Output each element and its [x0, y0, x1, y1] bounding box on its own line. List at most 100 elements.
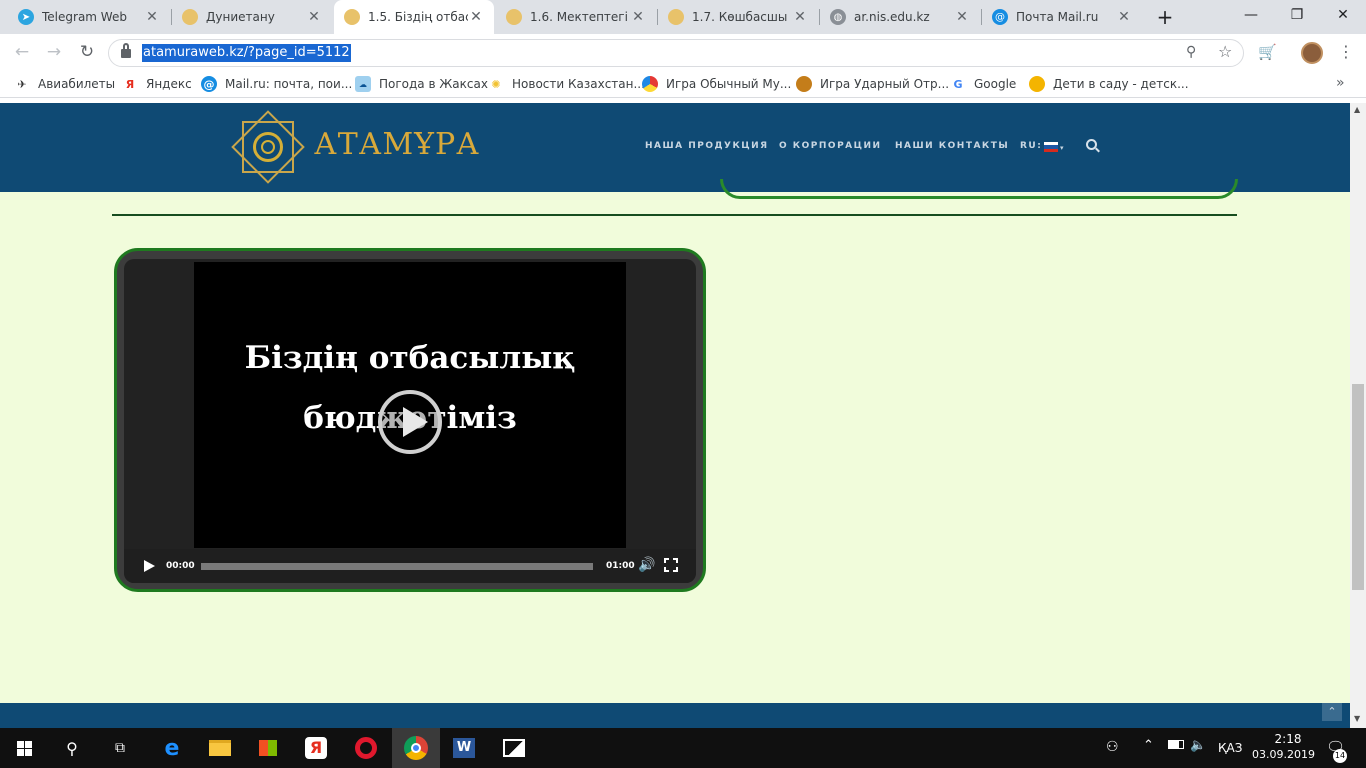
notification-count-badge: 14 — [1333, 749, 1347, 763]
dropdown-caret-icon[interactable]: ▾ — [1060, 144, 1064, 152]
nav-products[interactable]: НАША ПРОДУКЦИЯ — [645, 141, 769, 151]
bookmark-item[interactable]: ☁ Погода в Жаксах — [355, 75, 488, 93]
cart-extension-icon[interactable]: 🛒 — [1258, 43, 1278, 61]
word-icon[interactable]: W — [440, 728, 488, 768]
game-icon — [642, 76, 658, 92]
video-screen[interactable]: Біздің отбасылық бюджетіміз — [194, 262, 626, 548]
tab-title: ar.nis.edu.kz — [854, 10, 930, 24]
tab-title: 1.7. Көшбасшы қа — [692, 10, 792, 24]
close-tab-icon[interactable]: ✕ — [792, 9, 808, 25]
volume-icon[interactable]: 🔊 — [638, 557, 656, 573]
bookmark-item[interactable]: Игра Обычный Му... — [642, 75, 791, 93]
scroll-down-arrow-icon[interactable]: ▼ — [1354, 714, 1360, 723]
close-window-icon[interactable]: ✕ — [1320, 0, 1366, 30]
clock-date[interactable]: 03.09.2019 — [1252, 748, 1315, 761]
russia-flag-icon[interactable] — [1044, 142, 1058, 152]
bookmark-label: Дети в саду - детск... — [1053, 77, 1189, 91]
atamura-favicon — [668, 9, 684, 25]
sun-icon: ✺ — [491, 77, 501, 91]
nav-about[interactable]: О КОРПОРАЦИИ — [779, 141, 882, 151]
tab-mailru[interactable]: @ Почта Mail.ru ✕ — [982, 0, 1142, 34]
reload-icon[interactable]: ↻ — [74, 39, 100, 65]
forward-arrow-icon[interactable]: → — [41, 39, 67, 65]
fullscreen-icon[interactable] — [664, 558, 678, 572]
tab-active[interactable]: 1.5. Біздің отбасы ✕ — [334, 0, 494, 34]
profile-avatar[interactable] — [1301, 42, 1323, 64]
big-play-button[interactable] — [378, 390, 442, 454]
speaker-icon[interactable]: 🔈 — [1190, 738, 1206, 753]
clock-time[interactable]: 2:18 — [1268, 732, 1308, 746]
close-tab-icon[interactable]: ✕ — [144, 9, 160, 25]
bookmark-item[interactable]: G Google — [950, 75, 1016, 93]
search-icon-handle — [1095, 147, 1100, 153]
brand-name[interactable]: АТАМҰРА — [314, 127, 480, 162]
tab-title: 1.5. Біздің отбасы — [368, 10, 468, 24]
play-icon[interactable] — [144, 560, 155, 572]
bookmark-item[interactable]: Я Яндекс — [122, 75, 192, 93]
task-view-icon[interactable]: ⧉ — [96, 728, 144, 768]
tab-ar-nis[interactable]: ◍ ar.nis.edu.kz ✕ — [820, 0, 980, 34]
scroll-up-arrow-icon[interactable]: ▲ — [1354, 105, 1360, 114]
bookmark-label: Игра Обычный Му... — [666, 77, 792, 91]
search-icon[interactable]: ⚲ — [48, 728, 96, 768]
people-icon[interactable]: ⚇ — [1106, 739, 1119, 755]
duration-time: 01:00 — [606, 561, 635, 571]
mailru-icon: @ — [992, 9, 1008, 25]
restore-icon[interactable]: ❐ — [1274, 0, 1320, 30]
close-tab-icon[interactable]: ✕ — [1116, 9, 1132, 25]
globe-icon: ◍ — [830, 9, 846, 25]
photos-icon[interactable] — [490, 728, 538, 768]
nav-contacts[interactable]: НАШИ КОНТАКТЫ — [895, 141, 1009, 151]
url-text[interactable]: atamuraweb.kz/?page_id=5112 — [142, 44, 351, 62]
bookmark-item[interactable]: Игра Ударный Отр... — [796, 75, 949, 93]
close-tab-icon[interactable]: ✕ — [306, 9, 322, 25]
minimize-icon[interactable]: — — [1228, 0, 1274, 30]
bookmark-item[interactable]: Дети в саду - детск... — [1029, 75, 1189, 93]
language-switcher[interactable]: RU: — [1020, 141, 1042, 151]
tab-1-7[interactable]: 1.7. Көшбасшы қа ✕ — [658, 0, 818, 34]
zoom-icon[interactable]: ⚲ — [1186, 44, 1202, 60]
tab-title: Почта Mail.ru — [1016, 10, 1099, 24]
scrollbar-thumb[interactable] — [1352, 384, 1364, 590]
lock-icon[interactable] — [121, 49, 131, 58]
close-tab-icon[interactable]: ✕ — [954, 9, 970, 25]
chrome-icon[interactable] — [392, 728, 440, 768]
atamura-favicon — [182, 9, 198, 25]
section-divider — [112, 214, 1237, 216]
lock-shackle — [123, 43, 129, 50]
bookmark-item[interactable]: ✺ Новости Казахстан... — [488, 75, 645, 93]
bookmark-item[interactable]: ✈ Авиабилеты — [14, 75, 115, 93]
yandex-browser-icon[interactable]: Я — [292, 728, 340, 768]
menu-dots-icon[interactable]: ⋮ — [1338, 40, 1354, 64]
video-player[interactable]: Біздің отбасылық бюджетіміз 00:00 01:00 … — [124, 259, 696, 583]
atamura-favicon — [344, 9, 360, 25]
new-tab-plus-icon[interactable]: + — [1154, 6, 1176, 28]
tab-1-6[interactable]: 1.6. Мектептегі ез ✕ — [496, 0, 656, 34]
store-icon[interactable] — [244, 728, 292, 768]
edge-icon[interactable]: e — [148, 728, 196, 768]
file-explorer-icon[interactable] — [196, 728, 244, 768]
more-bookmarks-chevron-icon[interactable]: » — [1336, 75, 1345, 91]
video-title-line-1: Біздің отбасылық — [244, 340, 576, 376]
battery-icon[interactable] — [1168, 740, 1184, 749]
opera-icon[interactable] — [342, 728, 390, 768]
tab-duniyetanu[interactable]: Дуниетану ✕ — [172, 0, 332, 34]
bookmark-item[interactable]: @ Mail.ru: почта, пои... — [201, 75, 352, 93]
content-box-bottom-edge — [720, 179, 1238, 199]
windows-start-icon[interactable] — [0, 728, 48, 768]
tray-chevron-icon[interactable]: ⌃ — [1143, 738, 1154, 753]
bookmark-label: Mail.ru: почта, пои... — [225, 77, 353, 91]
close-tab-icon[interactable]: ✕ — [468, 9, 484, 25]
tab-title: Дуниетану — [206, 10, 275, 24]
scroll-to-top-button[interactable]: ⌃ — [1322, 703, 1342, 721]
language-indicator[interactable]: ҚАЗ — [1218, 741, 1242, 755]
close-tab-icon[interactable]: ✕ — [630, 9, 646, 25]
bookmark-label: Авиабилеты — [38, 77, 116, 91]
back-arrow-icon[interactable]: ← — [9, 39, 35, 65]
mailru-icon: @ — [201, 76, 217, 92]
bookmark-star-icon[interactable]: ☆ — [1218, 42, 1236, 61]
progress-bar[interactable] — [201, 563, 593, 570]
page-content: АТАМҰРА НАША ПРОДУКЦИЯ О КОРПОРАЦИИ НАШИ… — [0, 103, 1350, 728]
bookmark-label: Погода в Жаксах — [379, 77, 488, 91]
tab-telegram[interactable]: ➤ Telegram Web ✕ — [8, 0, 170, 34]
